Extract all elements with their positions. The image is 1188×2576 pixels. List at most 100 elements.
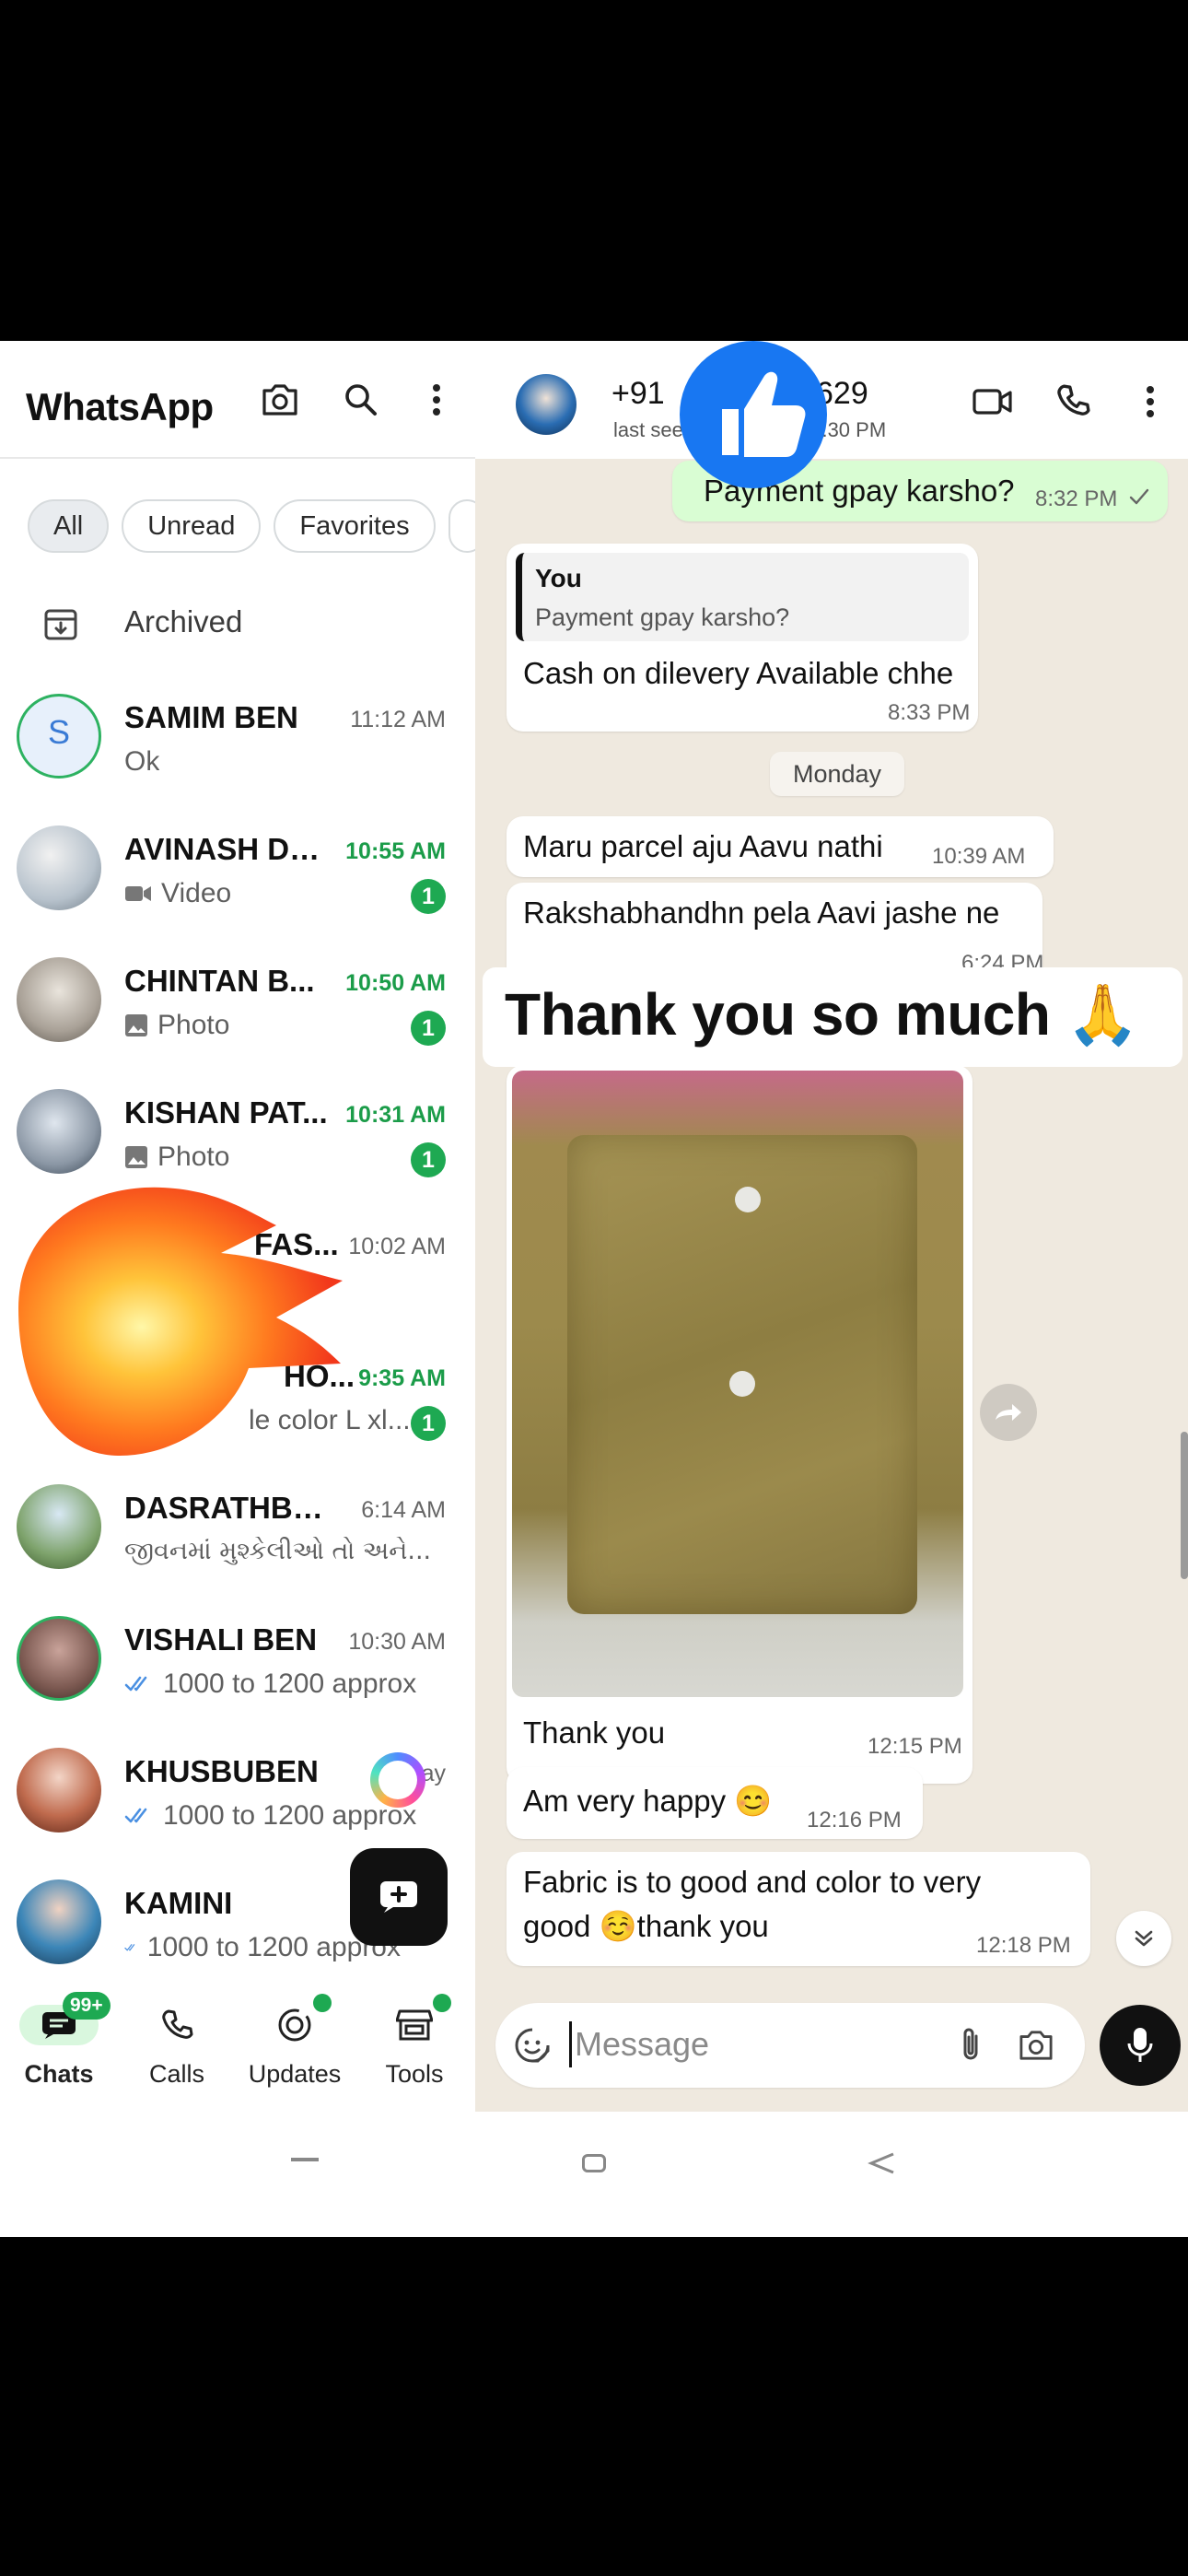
avatar [17,1484,101,1569]
search-icon[interactable] [335,374,387,426]
nav-chats[interactable]: 99+ Chats [4,1979,114,2112]
chats-unread-badge: 99+ [63,1992,111,2020]
recents-icon[interactable] [291,2158,319,2161]
avatar [17,1616,101,1701]
sticker-icon[interactable] [514,2027,551,2064]
message-time: 12:18 PM [976,1933,1071,1958]
new-chat-icon [380,1881,417,1913]
conversation-pane: +91 629 last seen t 9:30 PM Payment gpay… [475,341,1188,2112]
chat-time: 6:14 AM [361,1497,446,1523]
scroll-to-bottom-button[interactable] [1116,1911,1171,1966]
chat-row[interactable]: S SAMIM BEN 11:12 AM Ok [0,670,475,802]
chat-name: KHUSBUBEN [124,1754,319,1788]
message-incoming[interactable]: Fabric is to good and color to very good… [507,1852,1090,1966]
filter-unread[interactable]: Unread [122,499,262,553]
chat-preview: Ok [124,746,160,777]
chat-time: 10:30 AM [348,1629,446,1655]
nav-tools[interactable]: Tools [359,1979,470,2112]
nav-label: Tools [385,2060,444,2088]
chat-time: 10:31 AM [345,1102,446,1128]
message-input[interactable]: Message [575,2025,709,2064]
more-options-icon[interactable] [1146,385,1155,418]
chat-preview: Photo [124,1142,229,1173]
contact-number-start[interactable]: +91 [611,376,665,412]
message-time: 12:15 PM [868,1734,962,1759]
unread-badge: 1 [411,1011,446,1046]
video-icon [125,886,151,901]
archive-icon [42,606,79,643]
back-icon[interactable] [868,2152,895,2174]
chat-row[interactable]: VISHALI BEN 10:30 AM 1000 to 1200 approx [0,1592,475,1724]
caption-overlay: Thank you so much 🙏 [483,967,1182,1067]
message-text: Am very happy 😊 [523,1784,773,1818]
chat-name: KAMINI [124,1886,233,1920]
quoted-message[interactable]: You Payment gpay karsho? [516,553,969,641]
video-call-icon[interactable] [973,387,1013,416]
message-incoming-reply[interactable]: You Payment gpay karsho? Cash on dilever… [507,544,978,732]
microphone-icon [1127,2028,1153,2062]
chat-time: 10:55 AM [345,838,446,864]
chat-name: CHINTAN B... [124,964,315,998]
scrollbar-thumb[interactable] [1181,1432,1188,1579]
unread-badge: 1 [411,1406,446,1441]
camera-icon[interactable] [254,374,306,426]
chat-row[interactable]: AVINASH DR... 10:55 AM Video 1 [0,802,475,933]
filter-more[interactable] [448,499,475,553]
archived-label: Archived [124,604,243,638]
chat-preview: Video [124,878,231,909]
avatar [17,1748,101,1832]
voice-message-button[interactable] [1100,2005,1181,2086]
read-ticks-icon [124,1944,135,1951]
assistant-orb-icon[interactable] [370,1752,425,1808]
filter-all[interactable]: All [28,499,110,553]
read-ticks-icon [124,1808,147,1823]
message-text: Rakshabhandhn pela Aavi jashe ne [523,896,1000,930]
more-options-icon[interactable] [411,374,462,426]
forward-icon [996,1404,1021,1421]
bottom-navigation: 99+ Chats Calls Updates Tools [0,1979,475,2112]
conversation-header: +91 629 last seen t 9:30 PM [475,341,1188,459]
chat-preview: 1000 to 1200 approx [124,1669,416,1700]
quoted-author: You [535,564,582,592]
system-navigation-bar [0,2112,1188,2237]
phone-icon [149,2005,204,2045]
attach-icon[interactable] [958,2025,984,2064]
unread-badge: 1 [411,1142,446,1177]
nav-label: Chats [24,2060,94,2088]
nav-calls[interactable]: Calls [122,1979,232,2112]
avatar [17,1879,101,1964]
message-time: 8:32 PM [1035,486,1118,511]
caption-text: Thank you so much 🙏 [505,981,1139,1048]
product-photo[interactable] [512,1071,963,1697]
nav-label: Updates [248,2060,342,2088]
nav-updates[interactable]: Updates [239,1979,350,2112]
avatar [17,957,101,1042]
new-chat-button[interactable] [350,1848,448,1946]
photo-caption: Thank you [523,1715,666,1750]
message-incoming[interactable]: Am very happy 😊 12:16 PM [507,1767,923,1839]
filter-favorites[interactable]: Favorites [274,499,436,553]
thumbs-up-sticker [680,341,827,488]
nav-label: Calls [148,2060,204,2088]
unread-badge: 1 [411,879,446,914]
message-incoming[interactable]: Maru parcel aju Aavu nathi 10:39 AM [507,816,1054,877]
home-icon[interactable] [582,2154,606,2172]
photo-icon [125,1014,147,1036]
archived-row[interactable]: Archived [0,588,475,662]
contact-avatar[interactable] [516,374,577,435]
chat-row[interactable]: CHINTAN B... 10:50 AM Photo 1 [0,933,475,1065]
message-time: 10:39 AM [932,844,1026,869]
tools-dot [433,1994,451,2012]
forward-button[interactable] [980,1384,1037,1441]
voice-call-icon[interactable] [1055,383,1090,418]
chat-preview: જીવનમાં મુશ્કેલીઓ તો અને... [124,1537,432,1565]
message-text: good ☺️thank you [523,1909,769,1943]
avatar: S [17,694,101,779]
message-photo[interactable]: Thank you 12:15 PM [507,1065,973,1784]
sent-tick-icon [1129,488,1149,505]
message-text: Cash on dilevery Available chhe [523,656,954,690]
chat-name: DASRATHBHAI [124,1491,336,1525]
chat-row[interactable]: DASRATHBHAI 6:14 AM જીવનમાં મુશ્કેલીઓ તો… [0,1460,475,1592]
camera-icon[interactable] [1017,2029,1055,2062]
chat-time: 10:50 AM [345,970,446,996]
